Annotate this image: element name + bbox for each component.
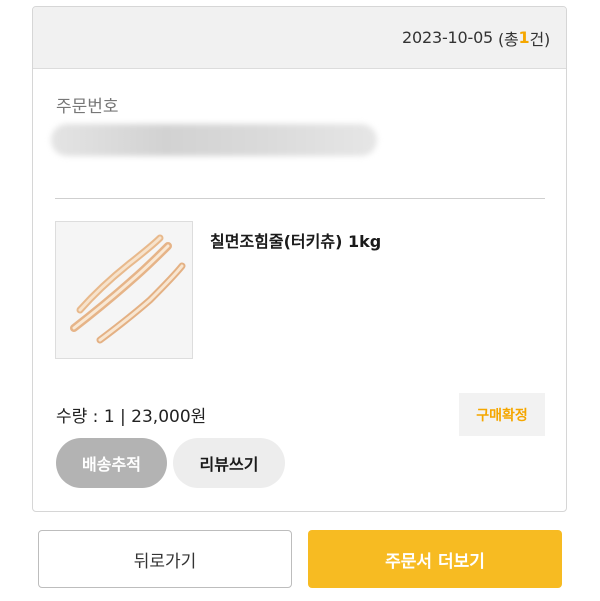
track-delivery-button[interactable]: 배송추적 — [56, 438, 167, 488]
purchase-confirm-button[interactable]: 구매확정 — [459, 393, 545, 436]
order-count: 1 — [518, 28, 530, 47]
order-card: 2023-10-05 (총 1 건) 주문번호 칠면조힘줄(터키츄) 1kg 수량… — [32, 6, 567, 512]
view-more-orders-button[interactable]: 주문서 더보기 — [308, 530, 562, 588]
product-image[interactable] — [55, 221, 193, 359]
back-button[interactable]: 뒤로가기 — [38, 530, 292, 588]
order-number-label: 주문번호 — [56, 97, 119, 117]
quantity-price: 수량 : 1 | 23,000원 — [56, 407, 207, 427]
write-review-button[interactable]: 리뷰쓰기 — [173, 438, 285, 488]
product-name[interactable]: 칠면조힘줄(터키츄) 1kg — [210, 228, 381, 252]
order-number-blurred — [51, 124, 377, 156]
order-date: 2023-10-05 — [402, 28, 494, 47]
order-count-prefix: (총 — [497, 29, 519, 49]
order-count-suffix: 건) — [529, 29, 550, 49]
dried-turkey-tendon-icon — [70, 234, 186, 344]
order-header: 2023-10-05 (총 1 건) — [33, 7, 566, 69]
divider — [55, 198, 545, 199]
